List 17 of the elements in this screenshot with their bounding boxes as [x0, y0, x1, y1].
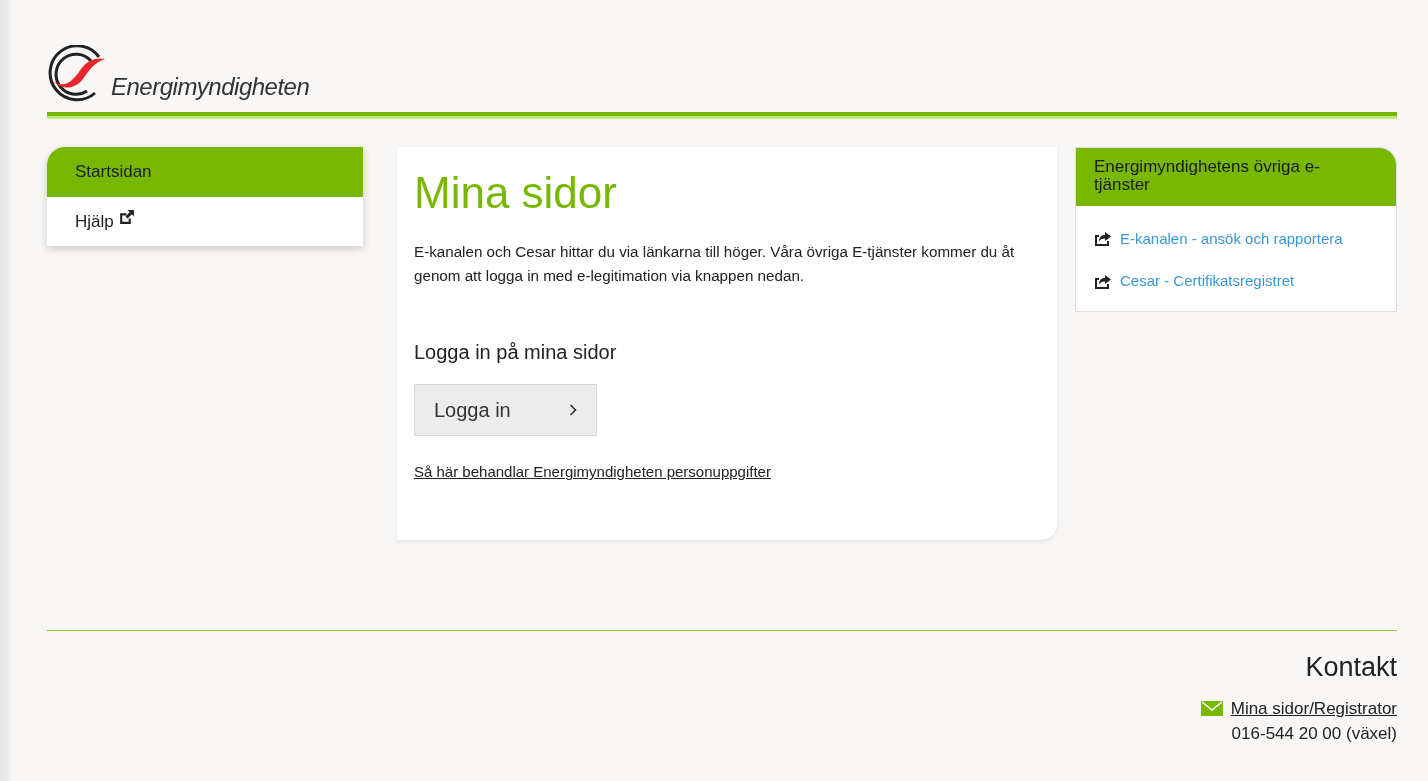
share-icon — [1094, 273, 1112, 289]
intro-text: E-kanalen och Cesar hittar du via länkarna till höger. Våra övriga E-tjänster kommer du åt genom att logga in med e-legitimation via knappen nedan. — [414, 241, 1016, 287]
phone-number: 016-544 20 00 (växel) — [1231, 723, 1397, 746]
section-heading: Logga in på mina sidor — [414, 340, 618, 365]
contact-heading: Kontakt — [1305, 651, 1397, 685]
logo-icon — [47, 45, 107, 103]
sidebar-item[interactable]: Hjälp — [47, 196, 363, 246]
envelope-icon — [1200, 701, 1223, 717]
sidebar-item[interactable]: Startsidan — [47, 147, 363, 197]
panel-heading: Energimyndighetens övriga e-tjänster — [1076, 148, 1396, 206]
logo-text: Energimyndigheten — [111, 75, 310, 99]
share-icon — [1094, 231, 1112, 247]
privacy-link[interactable]: Så här behandlar Energimyndigheten personuppgifter — [414, 463, 771, 481]
login-button[interactable]: Logga in — [414, 384, 597, 437]
email-link[interactable]: Mina sidor/Registrator — [1230, 695, 1397, 722]
chevron-icon — [568, 404, 577, 417]
page-title: Mina sidor — [414, 167, 618, 219]
